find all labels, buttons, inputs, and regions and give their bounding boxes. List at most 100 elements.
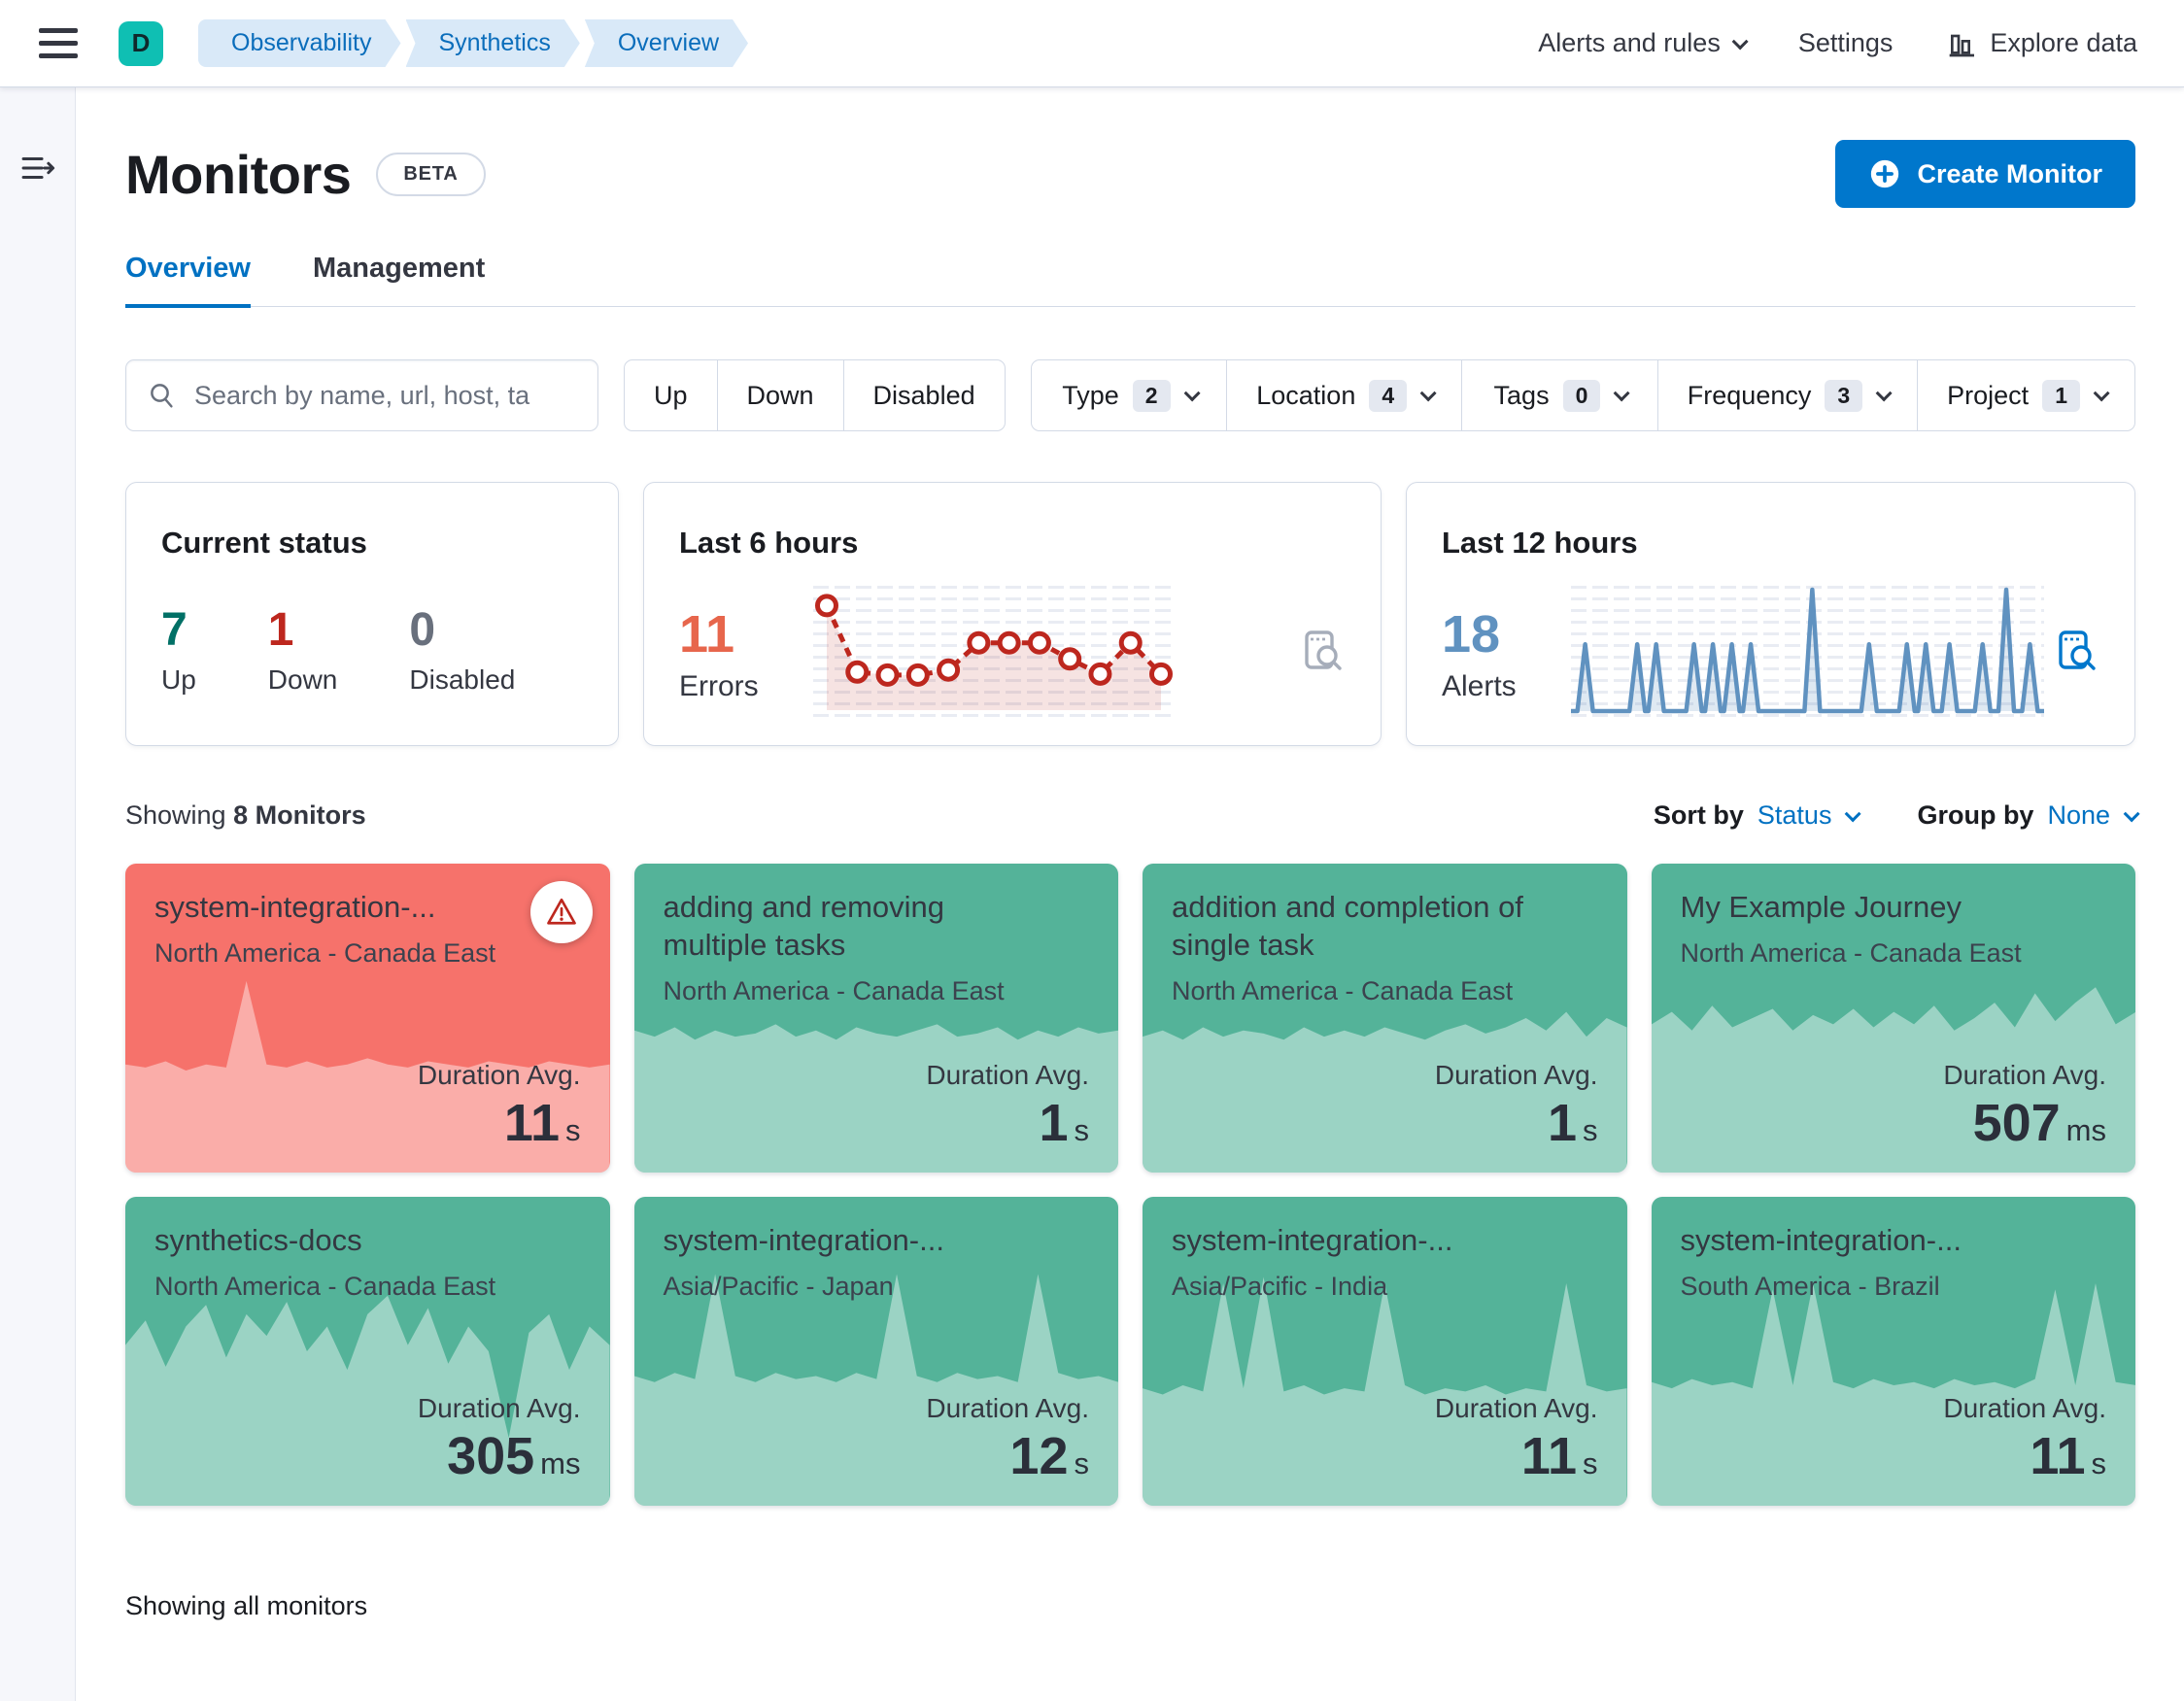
alerts-stat: 18 Alerts xyxy=(1442,604,1517,703)
tab-management[interactable]: Management xyxy=(313,253,485,306)
duration-unit: s xyxy=(1583,1446,1598,1480)
errors-count: 11 xyxy=(679,604,735,663)
filter-up-label: Up xyxy=(654,380,688,410)
duration-value: 305 xyxy=(447,1427,535,1485)
monitors-grid: system-integration-... North America - C… xyxy=(125,864,2135,1506)
filter-type-label: Type xyxy=(1062,380,1119,410)
monitor-card[interactable]: My Example Journey North America - Canad… xyxy=(1651,864,2135,1173)
filter-project-count: 1 xyxy=(2042,379,2080,412)
last-12-hours-panel: Last 12 hours 18 Alerts xyxy=(1406,482,2135,746)
settings-link[interactable]: Settings xyxy=(1798,28,1894,58)
monitor-card[interactable]: synthetics-docs North America - Canada E… xyxy=(125,1197,610,1506)
inspect-errors-button[interactable] xyxy=(1299,628,1346,679)
monitor-card[interactable]: system-integration-... South America - B… xyxy=(1651,1197,2135,1506)
tab-overview[interactable]: Overview xyxy=(125,253,251,308)
monitor-location: North America - Canada East xyxy=(663,975,1005,1005)
breadcrumb-observability[interactable]: Observability xyxy=(198,19,401,67)
monitor-location: North America - Canada East xyxy=(1172,975,1514,1005)
alerts-and-rules-menu[interactable]: Alerts and rules xyxy=(1538,28,1749,58)
breadcrumb: Observability Synthetics Overview xyxy=(198,19,753,67)
chevron-down-icon xyxy=(1845,804,1862,822)
breadcrumb-synthetics[interactable]: Synthetics xyxy=(406,19,580,67)
monitor-title: system-integration-... xyxy=(1680,1223,1962,1257)
duration-value: 11 xyxy=(2030,1427,2086,1485)
filter-disabled-button[interactable]: Disabled xyxy=(842,360,1005,430)
monitor-card[interactable]: system-integration-... Asia/Pacific - In… xyxy=(1143,1197,1627,1506)
monitor-title: adding and removing multiple tasks xyxy=(663,890,945,962)
last-6-hours-panel: Last 6 hours 11 Errors xyxy=(643,482,1382,746)
alerts-and-rules-label: Alerts and rules xyxy=(1538,28,1721,57)
explore-data-link[interactable]: Explore data xyxy=(1947,28,2137,59)
monitor-card[interactable]: system-integration-... Asia/Pacific - Ja… xyxy=(633,1197,1118,1506)
attribute-filter-group: Type 2 Location 4 Tags 0 Frequency 3 Pro… xyxy=(1030,359,2135,431)
duration-value: 11 xyxy=(1520,1427,1577,1485)
duration-label: Duration Avg. xyxy=(417,1393,581,1423)
group-by-control[interactable]: Group by None xyxy=(1917,800,2140,831)
filter-location-dropdown[interactable]: Location 4 xyxy=(1226,360,1461,430)
space-avatar[interactable]: D xyxy=(119,20,163,66)
expand-menu-icon[interactable] xyxy=(19,152,56,185)
disabled-label: Disabled xyxy=(409,664,516,695)
duration-label: Duration Avg. xyxy=(1434,1393,1598,1423)
create-monitor-button[interactable]: Create Monitor xyxy=(1835,140,2135,208)
filter-tags-dropdown[interactable]: Tags 0 xyxy=(1461,360,1657,430)
monitor-location: North America - Canada East xyxy=(154,1271,496,1301)
chevron-down-icon xyxy=(1731,32,1749,50)
duration-value: 12 xyxy=(1009,1427,1069,1485)
sort-by-value: Status xyxy=(1757,800,1832,830)
filter-project-dropdown[interactable]: Project 1 xyxy=(1917,360,2134,430)
monitor-title: My Example Journey xyxy=(1680,890,1962,924)
monitor-location: North America - Canada East xyxy=(1680,937,2022,968)
explore-data-label: Explore data xyxy=(1990,28,2137,57)
last-6-hours-title: Last 6 hours xyxy=(679,526,859,560)
duration-label: Duration Avg. xyxy=(926,1060,1089,1090)
filter-frequency-dropdown[interactable]: Frequency 3 xyxy=(1656,360,1917,430)
main-content: Monitors BETA Create Monitor Overview Ma… xyxy=(76,87,2184,1701)
chevron-down-icon xyxy=(1183,385,1201,402)
monitor-duration: Duration Avg. 11 s xyxy=(1943,1393,2106,1486)
chevron-down-icon xyxy=(1614,385,1630,402)
filter-disabled-label: Disabled xyxy=(872,380,975,410)
bar-chart-icon xyxy=(1950,34,1975,56)
monitor-location: South America - Brazil xyxy=(1680,1271,1940,1301)
disabled-stat: 0 Disabled xyxy=(409,603,515,696)
duration-label: Duration Avg. xyxy=(1943,1060,2106,1090)
filter-frequency-label: Frequency xyxy=(1687,380,1812,410)
breadcrumb-overview[interactable]: Overview xyxy=(585,19,748,67)
duration-value: 11 xyxy=(503,1094,560,1152)
monitor-title: system-integration-... xyxy=(154,890,436,924)
monitor-card[interactable]: addition and completion of single task N… xyxy=(1143,864,1627,1173)
current-status-title: Current status xyxy=(161,526,367,560)
monitor-location: Asia/Pacific - India xyxy=(1172,1271,1388,1301)
inspect-icon xyxy=(2059,630,2096,670)
monitor-card[interactable]: adding and removing multiple tasks North… xyxy=(633,864,1118,1173)
inspect-alerts-button[interactable] xyxy=(2053,628,2099,679)
down-label: Down xyxy=(267,664,338,695)
chevron-down-icon xyxy=(1419,385,1437,402)
duration-unit: s xyxy=(2091,1446,2107,1480)
tab-bar: Overview Management xyxy=(125,253,2135,308)
create-monitor-label: Create Monitor xyxy=(1917,158,2102,188)
top-header: D Observability Synthetics Overview Aler… xyxy=(0,0,2184,87)
alerts-count: 18 xyxy=(1442,604,1501,663)
duration-unit: s xyxy=(1074,1113,1090,1147)
up-label: Up xyxy=(161,664,196,695)
filter-location-label: Location xyxy=(1256,380,1356,410)
last-12-hours-title: Last 12 hours xyxy=(1442,526,1638,560)
filter-down-label: Down xyxy=(746,380,814,410)
search-input[interactable] xyxy=(194,380,576,411)
sort-by-control[interactable]: Sort by Status xyxy=(1654,800,1862,831)
chevron-down-icon xyxy=(2123,804,2140,822)
menu-icon[interactable] xyxy=(39,24,78,63)
group-by-label: Group by xyxy=(1917,800,2034,830)
monitor-duration: Duration Avg. 507 ms xyxy=(1943,1060,2106,1153)
current-status-panel: Current status 7 Up 1 Down 0 Disabled xyxy=(125,482,619,746)
filter-up-button[interactable]: Up xyxy=(625,360,717,430)
filter-tags-count: 0 xyxy=(1562,379,1601,412)
monitor-title: synthetics-docs xyxy=(154,1223,362,1257)
search-box xyxy=(125,359,598,431)
duration-label: Duration Avg. xyxy=(926,1393,1089,1423)
filter-down-button[interactable]: Down xyxy=(716,360,843,430)
filter-type-dropdown[interactable]: Type 2 xyxy=(1032,360,1227,430)
monitor-card[interactable]: system-integration-... North America - C… xyxy=(125,864,610,1173)
